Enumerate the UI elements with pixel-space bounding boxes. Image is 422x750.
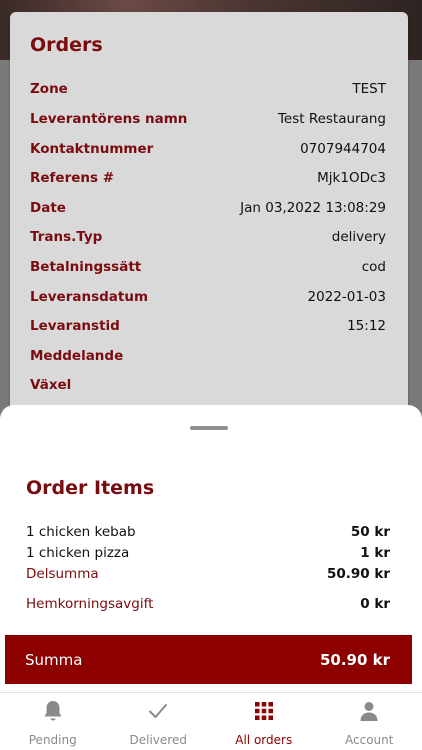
subtotal-row: Delsumma 50.90 kr: [26, 564, 390, 584]
order-item-row: 1 chicken pizza 1 kr: [26, 543, 390, 563]
info-row-payment-method: Betalningssätt cod: [30, 256, 386, 278]
info-label: Date: [30, 200, 66, 216]
item-name: 1 chicken pizza: [26, 545, 130, 561]
tab-label: All orders: [235, 733, 293, 747]
total-label: Summa: [25, 650, 83, 669]
info-row-date: Date Jan 03,2022 13:08:29: [30, 197, 386, 219]
info-row-trans-type: Trans.Typ delivery: [30, 226, 386, 248]
bottom-tab-bar: Pending Delivered All orders Account: [0, 692, 422, 750]
delivery-fee-label: Hemkorningsavgift: [26, 596, 154, 612]
info-value: Jan 03,2022 13:08:29: [240, 200, 386, 216]
info-value: Test Restaurang: [277, 111, 386, 127]
tab-all-orders[interactable]: All orders: [211, 693, 317, 750]
info-row-contact-number: Kontaktnummer 0707944704: [30, 138, 386, 160]
info-row-reference: Referens # Mjk1ODc3: [30, 167, 386, 189]
sheet-drag-handle[interactable]: [190, 426, 228, 430]
orders-card: Orders Zone TEST Leverantörens namn Test…: [10, 12, 408, 432]
delivery-fee-value: 0 kr: [360, 596, 390, 612]
item-price: 50 kr: [350, 524, 390, 540]
info-row-exchange: Växel: [30, 374, 386, 396]
info-value: Mjk1ODc3: [317, 170, 386, 186]
info-label: Växel: [30, 377, 72, 393]
total-bar: Summa 50.90 kr: [5, 635, 412, 684]
info-label: Levaranstid: [30, 318, 120, 334]
tab-pending[interactable]: Pending: [0, 693, 106, 750]
bell-icon: [40, 699, 66, 723]
delivery-fee-row: Hemkorningsavgift 0 kr: [26, 594, 390, 614]
info-label: Zone: [30, 81, 68, 97]
info-label: Meddelande: [30, 348, 124, 364]
info-row-message: Meddelande: [30, 345, 386, 367]
info-value: TEST: [352, 81, 386, 97]
subtotal-label: Delsumma: [26, 566, 99, 582]
item-name: 1 chicken kebab: [26, 524, 136, 540]
tab-account[interactable]: Account: [317, 693, 422, 750]
tab-label: Pending: [28, 733, 77, 747]
info-value: 2022-01-03: [307, 289, 386, 305]
order-item-row: 1 chicken kebab 50 kr: [26, 522, 390, 542]
info-row-zone: Zone TEST: [30, 78, 386, 100]
info-value: cod: [361, 259, 386, 275]
order-items-title: Order Items: [26, 477, 155, 499]
info-value: delivery: [331, 229, 386, 245]
tab-label: Delivered: [129, 733, 187, 747]
info-row-delivery-time: Levaranstid 15:12: [30, 315, 386, 337]
checkmark-icon: [145, 699, 171, 723]
grid-icon: [251, 699, 277, 723]
info-row-supplier-name: Leverantörens namn Test Restaurang: [30, 108, 386, 130]
info-label: Betalningssätt: [30, 259, 142, 275]
tab-delivered[interactable]: Delivered: [106, 693, 212, 750]
info-value: 0707944704: [300, 141, 386, 157]
info-label: Leveransdatum: [30, 289, 149, 305]
subtotal-value: 50.90 kr: [326, 566, 390, 582]
orders-title: Orders: [30, 34, 103, 56]
tab-label: Account: [345, 733, 394, 747]
info-label: Trans.Typ: [30, 229, 103, 245]
info-row-delivery-date: Leveransdatum 2022-01-03: [30, 286, 386, 308]
info-label: Kontaktnummer: [30, 141, 154, 157]
person-icon: [356, 699, 382, 723]
item-price: 1 kr: [360, 545, 390, 561]
info-value: 15:12: [347, 318, 386, 334]
info-label: Leverantörens namn: [30, 111, 188, 127]
info-label: Referens #: [30, 170, 115, 186]
total-value: 50.90 kr: [319, 650, 390, 669]
